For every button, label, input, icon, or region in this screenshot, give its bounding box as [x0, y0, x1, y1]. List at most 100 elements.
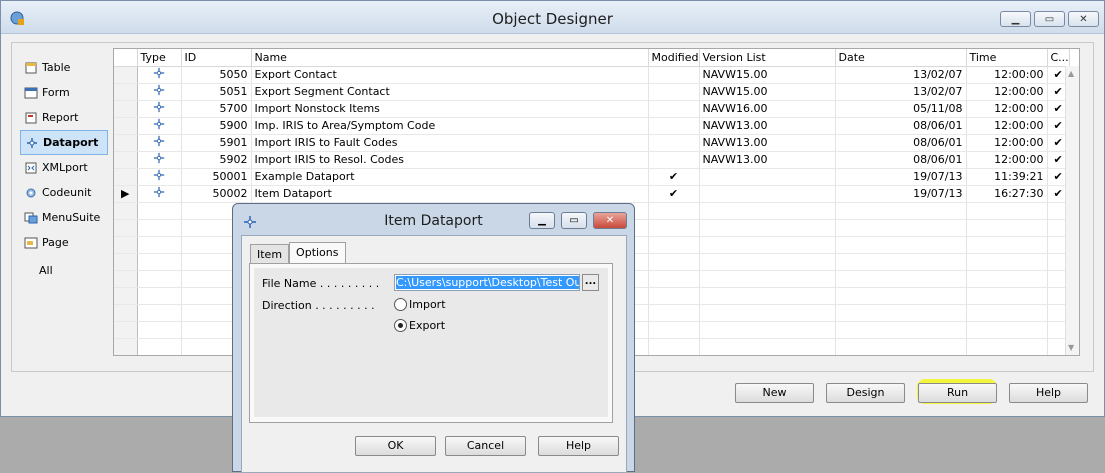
nav-item-xmlport[interactable]: XMLport: [20, 155, 108, 180]
table-row[interactable]: 5901 Import IRIS to Fault Codes NAVW13.00 0…: [114, 134, 1070, 152]
cell-version-list[interactable]: [699, 185, 836, 203]
cell-time[interactable]: 16:27:30: [966, 185, 1048, 203]
direction-export-radio[interactable]: Export: [394, 319, 445, 332]
cell-date[interactable]: 19/07/13: [835, 168, 967, 186]
cell-date[interactable]: 13/02/07: [835, 83, 967, 101]
cell-name[interactable]: Imp. IRIS to Area/Symptom Code: [251, 117, 649, 135]
cell-id[interactable]: 5901: [181, 134, 252, 152]
column-header-name[interactable]: Name: [251, 49, 649, 67]
dialog-close-button[interactable]: ✕: [593, 212, 627, 229]
cell-id[interactable]: 5700: [181, 100, 252, 118]
nav-item-form[interactable]: Form: [20, 80, 108, 105]
nav-item-all[interactable]: All: [20, 255, 108, 285]
cell-id[interactable]: 50002: [181, 185, 252, 203]
direction-import-radio[interactable]: Import: [394, 298, 446, 311]
maximize-button[interactable]: ▭: [1034, 11, 1065, 27]
run-button[interactable]: Run: [918, 383, 997, 403]
cell-modified[interactable]: [648, 117, 700, 135]
cell-modified[interactable]: [648, 100, 700, 118]
row-selector[interactable]: [114, 287, 138, 305]
row-selector[interactable]: [114, 236, 138, 254]
tab-item[interactable]: Item: [250, 244, 290, 265]
cell-id[interactable]: 5900: [181, 117, 252, 135]
cell-version-list[interactable]: NAVW15.00: [699, 66, 836, 84]
nav-item-codeunit[interactable]: Codeunit: [20, 180, 108, 205]
cell-name[interactable]: Import IRIS to Fault Codes: [251, 134, 649, 152]
vertical-scrollbar[interactable]: ▲ ▼: [1065, 66, 1079, 355]
design-button[interactable]: Design: [826, 383, 905, 403]
table-row[interactable]: 50001 Example Dataport ✔ 19/07/13 11:39:21 ✔: [114, 168, 1070, 186]
row-selector[interactable]: [114, 202, 138, 220]
cell-date[interactable]: 19/07/13: [835, 185, 967, 203]
cell-modified[interactable]: [648, 83, 700, 101]
cell-time[interactable]: 12:00:00: [966, 100, 1048, 118]
cell-date[interactable]: 08/06/01: [835, 117, 967, 135]
row-selector[interactable]: [114, 83, 138, 101]
cell-name[interactable]: Example Dataport: [251, 168, 649, 186]
row-selector[interactable]: [114, 219, 138, 237]
cell-id[interactable]: 5051: [181, 83, 252, 101]
cell-modified[interactable]: ✔: [648, 168, 700, 186]
column-header-version-list[interactable]: Version List: [699, 49, 836, 67]
scroll-down-icon[interactable]: ▼: [1068, 343, 1074, 352]
nav-item-table[interactable]: Table: [20, 55, 108, 80]
cell-date[interactable]: 08/06/01: [835, 151, 967, 169]
cell-modified[interactable]: [648, 66, 700, 84]
cell-version-list[interactable]: NAVW13.00: [699, 117, 836, 135]
row-selector[interactable]: [114, 100, 138, 118]
cell-time[interactable]: 12:00:00: [966, 117, 1048, 135]
dialog-ok-button[interactable]: OK: [355, 436, 436, 456]
cell-time[interactable]: 12:00:00: [966, 151, 1048, 169]
cell-time[interactable]: 12:00:00: [966, 66, 1048, 84]
cell-name[interactable]: Item Dataport: [251, 185, 649, 203]
tab-options[interactable]: Options: [289, 242, 346, 265]
cell-date[interactable]: 13/02/07: [835, 66, 967, 84]
table-row[interactable]: 5902 Import IRIS to Resol. Codes NAVW13.00…: [114, 151, 1070, 169]
dialog-help-button[interactable]: Help: [538, 436, 619, 456]
table-row[interactable]: 5700 Import Nonstock Items NAVW16.00 05/11/…: [114, 100, 1070, 118]
row-selector[interactable]: [114, 338, 138, 355]
nav-item-menusuite[interactable]: MenuSuite: [20, 205, 108, 230]
cell-date[interactable]: 08/06/01: [835, 134, 967, 152]
cell-time[interactable]: 12:00:00: [966, 134, 1048, 152]
column-header-id[interactable]: ID: [181, 49, 252, 67]
row-selector[interactable]: ▶: [114, 185, 138, 203]
new-button[interactable]: New: [735, 383, 814, 403]
row-selector[interactable]: [114, 304, 138, 322]
scroll-up-icon[interactable]: ▲: [1068, 69, 1074, 78]
cell-modified[interactable]: [648, 151, 700, 169]
column-header-modified[interactable]: Modified: [648, 49, 700, 67]
table-row[interactable]: 5050 Export Contact NAVW15.00 13/02/07 12:00…: [114, 66, 1070, 84]
cell-modified[interactable]: ✔: [648, 185, 700, 203]
cell-time[interactable]: 12:00:00: [966, 83, 1048, 101]
cell-id[interactable]: 50001: [181, 168, 252, 186]
cell-id[interactable]: 5050: [181, 66, 252, 84]
table-row[interactable]: 5051 Export Segment Contact NAVW15.00 13/02…: [114, 83, 1070, 101]
cell-name[interactable]: Export Segment Contact: [251, 83, 649, 101]
dialog-minimize-button[interactable]: ▁: [529, 212, 555, 229]
cell-name[interactable]: Export Contact: [251, 66, 649, 84]
column-header-time[interactable]: Time: [966, 49, 1048, 67]
close-button[interactable]: ✕: [1068, 11, 1099, 27]
column-header-date[interactable]: Date: [835, 49, 967, 67]
cell-version-list[interactable]: NAVW13.00: [699, 134, 836, 152]
nav-item-dataport[interactable]: Dataport: [20, 130, 108, 155]
cell-time[interactable]: 11:39:21: [966, 168, 1048, 186]
row-selector[interactable]: [114, 270, 138, 288]
row-selector[interactable]: [114, 66, 138, 84]
row-selector[interactable]: [114, 151, 138, 169]
help-button[interactable]: Help: [1009, 383, 1088, 403]
row-selector[interactable]: [114, 168, 138, 186]
cell-name[interactable]: Import Nonstock Items: [251, 100, 649, 118]
table-row[interactable]: ▶ 50002 Item Dataport ✔ 19/07/13 16:27:30 ✔: [114, 185, 1070, 203]
cell-version-list[interactable]: NAVW13.00: [699, 151, 836, 169]
cell-version-list[interactable]: NAVW15.00: [699, 83, 836, 101]
table-row[interactable]: 5900 Imp. IRIS to Area/Symptom Code NAVW13…: [114, 117, 1070, 135]
row-selector[interactable]: [114, 321, 138, 339]
file-name-field[interactable]: C:\Users\support\Desktop\Test Output: [394, 274, 580, 291]
dialog-cancel-button[interactable]: Cancel: [445, 436, 526, 456]
dialog-maximize-button[interactable]: ▭: [561, 212, 587, 229]
cell-date[interactable]: 05/11/08: [835, 100, 967, 118]
row-selector[interactable]: [114, 134, 138, 152]
nav-item-report[interactable]: Report: [20, 105, 108, 130]
